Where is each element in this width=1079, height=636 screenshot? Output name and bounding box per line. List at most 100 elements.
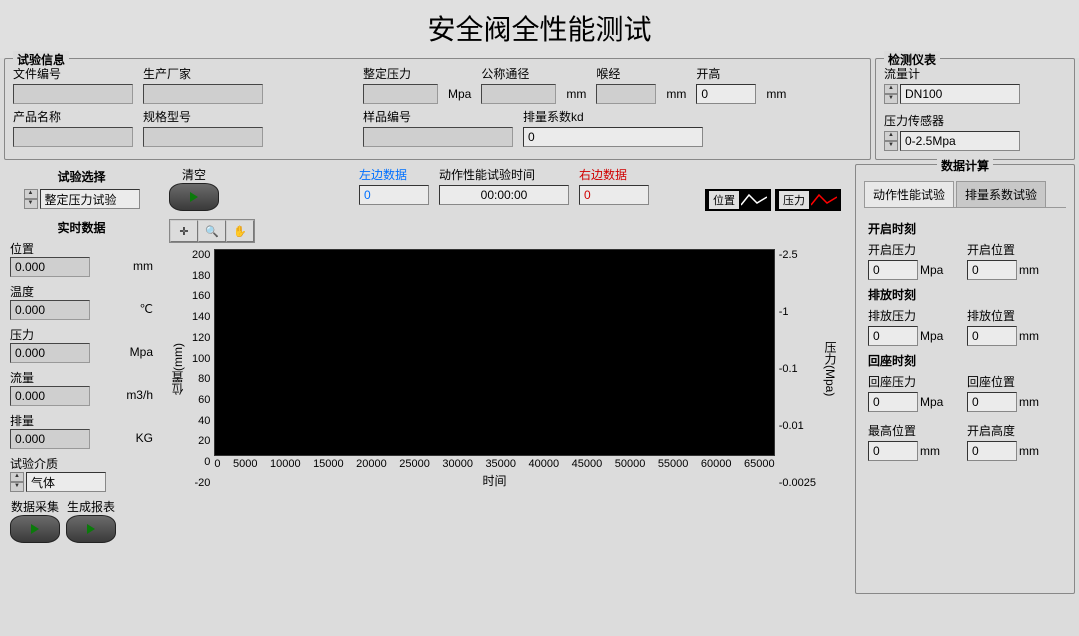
manufacturer-label: 生产厂家 — [143, 65, 263, 82]
lift-height-value[interactable] — [967, 441, 1017, 461]
pressure-value — [10, 343, 90, 363]
instruments-group: 检测仪表 流量计 ▲▼ 压力传感器 ▲▼ — [875, 58, 1075, 160]
lift-unit: mm — [766, 87, 786, 104]
pressure-sensor-label: 压力传感器 — [884, 112, 1066, 129]
open-pressure-label: 开启压力 — [868, 241, 963, 258]
pressure-label: 压力 — [10, 326, 153, 343]
test-info-group: 试验信息 文件编号 生产厂家 整定压力 Mpa 公称通径 mm 喉经 — [4, 58, 871, 160]
data-collect-button[interactable] — [10, 515, 60, 543]
calc-group: 数据计算 动作性能试验 排量系数试验 开启时刻 开启压力 Mpa 开启位置 mm — [855, 164, 1075, 594]
manufacturer-input[interactable] — [143, 84, 263, 104]
temp-unit: ℃ — [140, 302, 153, 319]
legend-pressure: 压力 — [775, 189, 841, 211]
position-unit: mm — [133, 259, 153, 276]
product-name-label: 产品名称 — [13, 108, 133, 125]
discharge-heading: 排放时刻 — [868, 286, 1062, 303]
crosshair-tool-icon[interactable]: ✛ — [170, 220, 198, 242]
test-info-legend: 试验信息 — [13, 51, 69, 68]
discharge-position-value[interactable] — [967, 326, 1017, 346]
realtime-legend: 实时数据 — [4, 215, 159, 240]
reseat-pressure-label: 回座压力 — [868, 373, 963, 390]
set-pressure-input[interactable] — [363, 84, 438, 104]
zoom-tool-icon[interactable]: 🔍 — [198, 220, 226, 242]
product-name-input[interactable] — [13, 127, 133, 147]
set-pressure-label: 整定压力 — [363, 65, 438, 82]
open-position-label: 开启位置 — [967, 241, 1062, 258]
pan-tool-icon[interactable]: ✋ — [226, 220, 254, 242]
flow-unit: m3/h — [126, 388, 153, 405]
throat-unit: mm — [666, 87, 686, 104]
medium-spinner[interactable]: ▲▼ — [10, 472, 24, 492]
nominal-diameter-input[interactable] — [481, 84, 556, 104]
y-right-axis: -2.5-1-0.1-0.01-0.0025 — [775, 249, 820, 489]
medium-label: 试验介质 — [10, 455, 153, 472]
flow-label: 流量 — [10, 369, 153, 386]
plot-area[interactable] — [214, 249, 774, 456]
reseat-position-value[interactable] — [967, 392, 1017, 412]
set-pressure-unit: Mpa — [448, 87, 471, 104]
data-collect-label: 数据采集 — [10, 498, 60, 515]
discharge-position-label: 排放位置 — [967, 307, 1062, 324]
throat-label: 喉经 — [596, 65, 656, 82]
model-input[interactable] — [143, 127, 263, 147]
throat-input[interactable] — [596, 84, 656, 104]
open-position-value[interactable] — [967, 260, 1017, 280]
page-title: 安全阀全性能测试 — [0, 0, 1079, 58]
timer-value — [439, 185, 569, 205]
temp-label: 温度 — [10, 283, 153, 300]
nominal-diameter-label: 公称通径 — [481, 65, 556, 82]
reseat-pressure-value[interactable] — [868, 392, 918, 412]
sample-no-input[interactable] — [363, 127, 513, 147]
tab-discharge-coef[interactable]: 排量系数试验 — [956, 181, 1046, 207]
chart-toolbar: ✛ 🔍 ✋ — [169, 219, 255, 243]
open-position-unit: mm — [1019, 263, 1039, 277]
model-label: 规格型号 — [143, 108, 263, 125]
temp-value — [10, 300, 90, 320]
file-no-input[interactable] — [13, 84, 133, 104]
open-pressure-value[interactable] — [868, 260, 918, 280]
lift-height-label: 开启高度 — [967, 422, 1062, 439]
chart: 位置(mm) 200180160140120100806040200-20 05… — [163, 245, 851, 493]
test-select-spinner[interactable]: ▲▼ — [24, 189, 38, 209]
flow-value — [10, 386, 90, 406]
left-data-value — [359, 185, 429, 205]
discharge-pressure-value[interactable] — [868, 326, 918, 346]
legend-position: 位置 — [705, 189, 771, 211]
right-data-value — [579, 185, 649, 205]
position-value — [10, 257, 90, 277]
reseat-position-label: 回座位置 — [967, 373, 1062, 390]
flowmeter-input[interactable] — [900, 84, 1020, 104]
position-label: 位置 — [10, 240, 153, 257]
medium-input[interactable] — [26, 472, 106, 492]
open-pressure-unit: Mpa — [920, 263, 943, 277]
timer-label: 动作性能试验时间 — [439, 166, 569, 183]
discharge-pressure-label: 排放压力 — [868, 307, 963, 324]
calc-legend: 数据计算 — [937, 157, 993, 174]
y-left-label: 位置(mm) — [167, 343, 188, 395]
right-data-label: 右边数据 — [579, 166, 649, 183]
discharge-coef-label: 排量系数kd — [523, 108, 703, 125]
max-position-value[interactable] — [868, 441, 918, 461]
tab-action-performance[interactable]: 动作性能试验 — [864, 181, 954, 207]
clear-button[interactable] — [169, 183, 219, 211]
max-position-label: 最高位置 — [868, 422, 963, 439]
gen-report-button[interactable] — [66, 515, 116, 543]
pressure-unit: Mpa — [130, 345, 153, 362]
pressure-sensor-input[interactable] — [900, 131, 1020, 151]
sample-no-label: 样品编号 — [363, 108, 513, 125]
nominal-diameter-unit: mm — [566, 87, 586, 104]
clear-label: 清空 — [169, 166, 219, 183]
test-select-label: 试验选择 — [4, 164, 159, 189]
discharge-label: 排量 — [10, 412, 153, 429]
lift-input[interactable] — [696, 84, 756, 104]
discharge-value — [10, 429, 90, 449]
discharge-coef-input[interactable] — [523, 127, 703, 147]
open-heading: 开启时刻 — [868, 220, 1062, 237]
discharge-unit: KG — [136, 431, 153, 448]
reseat-heading: 回座时刻 — [868, 352, 1062, 369]
left-data-label: 左边数据 — [359, 166, 429, 183]
x-axis: 0500010000150002000025000300003500040000… — [214, 456, 774, 470]
test-select-input[interactable] — [40, 189, 140, 209]
pressure-sensor-spinner[interactable]: ▲▼ — [884, 131, 898, 151]
flowmeter-spinner[interactable]: ▲▼ — [884, 84, 898, 104]
